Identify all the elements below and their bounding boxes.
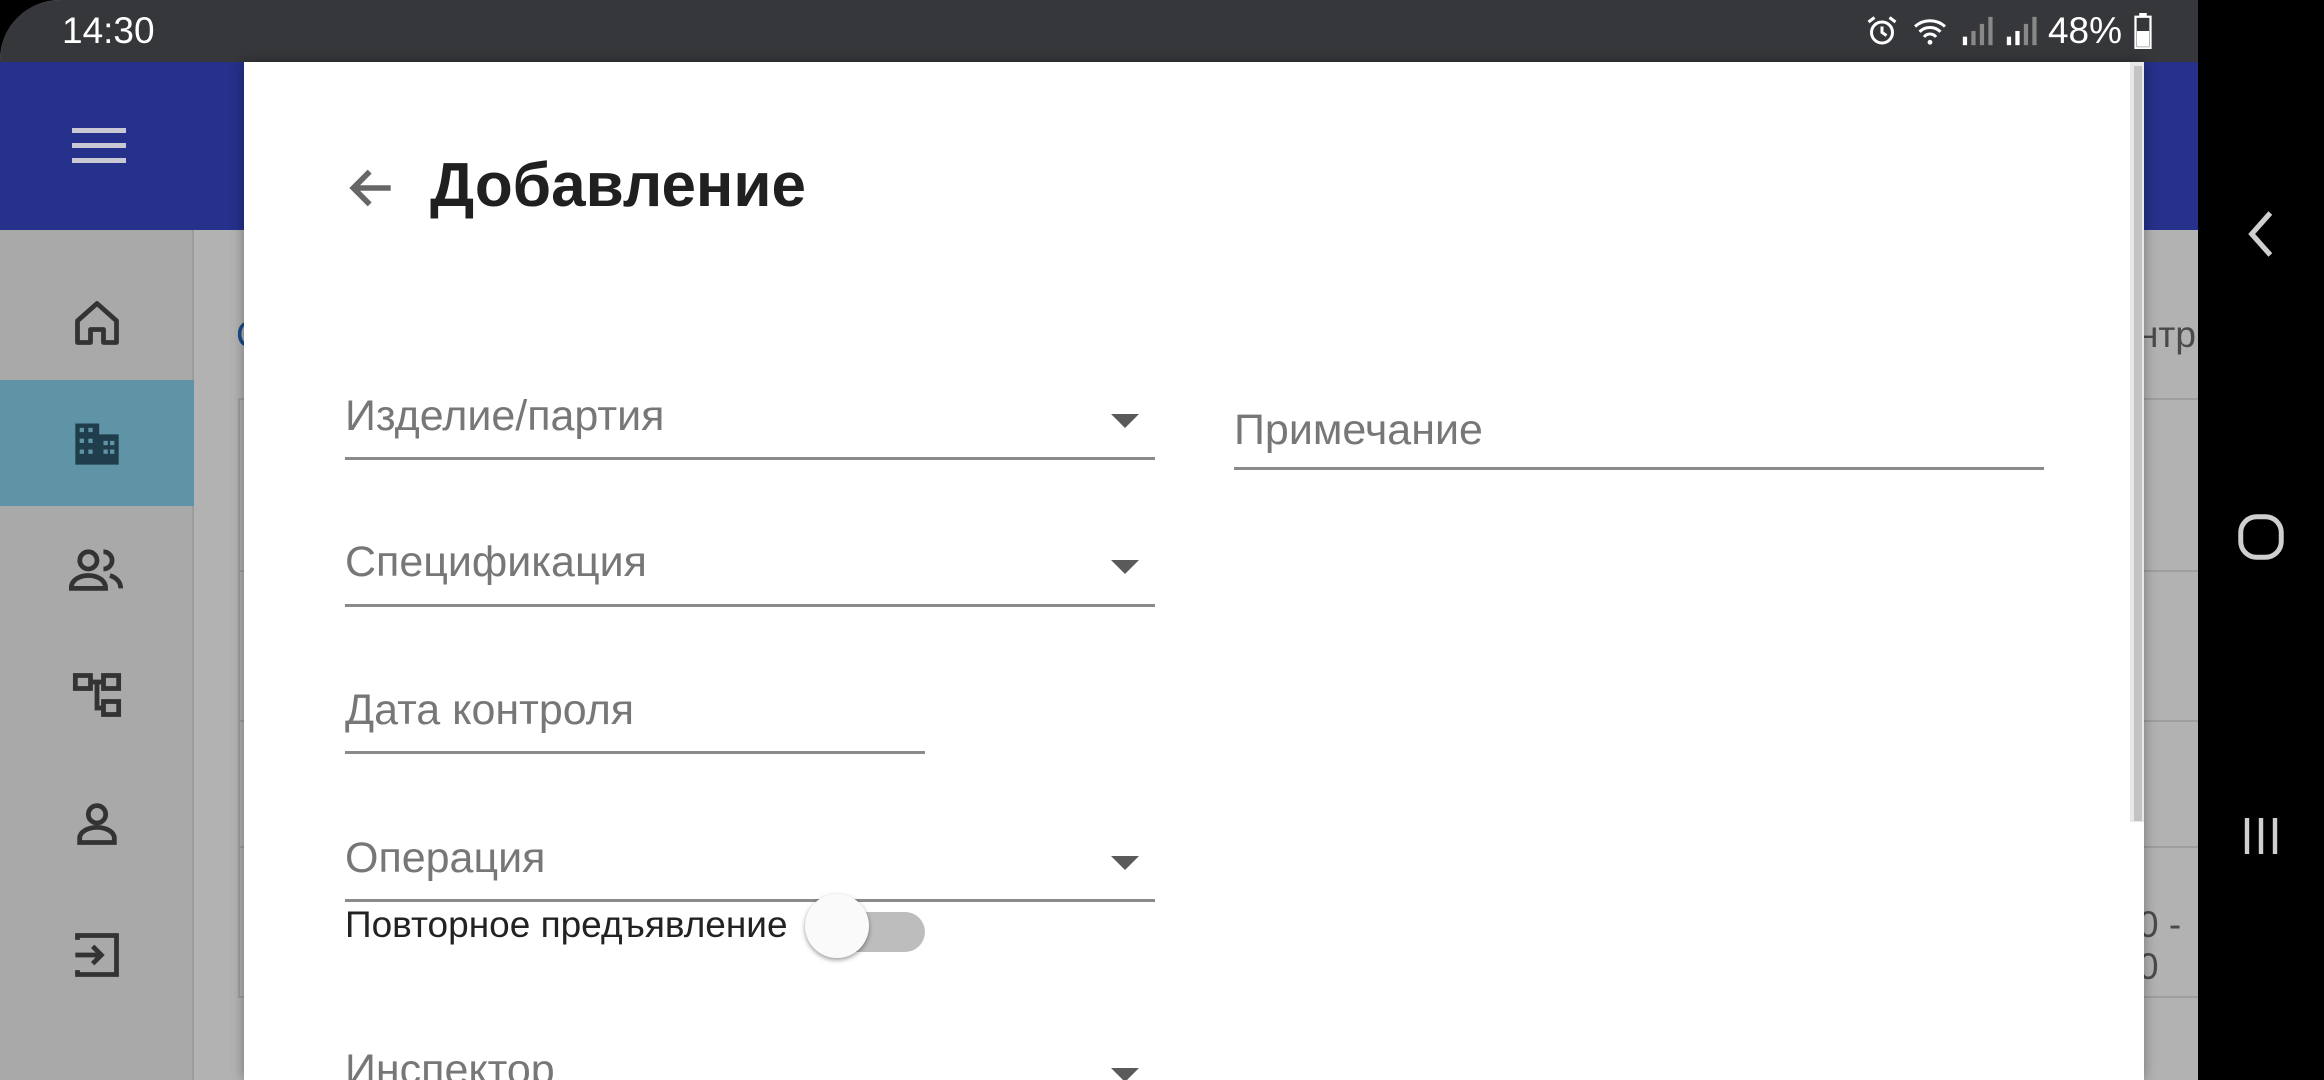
- product-select[interactable]: Изделие/партия: [345, 332, 1155, 460]
- system-recents-button[interactable]: [2198, 810, 2324, 867]
- scrollbar[interactable]: [2130, 62, 2144, 822]
- product-label: Изделие/партия: [345, 392, 665, 440]
- logout-icon: [71, 929, 123, 981]
- people-icon: [69, 543, 125, 595]
- nav-item-structure[interactable]: [0, 632, 194, 758]
- chevron-down-icon: [1111, 856, 1139, 870]
- hierarchy-icon: [71, 669, 123, 721]
- arrow-left-icon: [344, 169, 400, 220]
- background-text: нтр: [2138, 314, 2196, 355]
- toggle-thumb[interactable]: [805, 894, 869, 958]
- device-screen: 14:30 48% нтр 0 - 0 Добавление Изделие/п…: [0, 0, 2198, 1080]
- chevron-down-icon: [1111, 560, 1139, 574]
- scrollbar-thumb[interactable]: [2134, 66, 2142, 821]
- person-icon: [71, 797, 123, 849]
- back-button[interactable]: [344, 160, 400, 216]
- side-navigation: [0, 230, 194, 1080]
- operation-select[interactable]: Операция: [345, 774, 1155, 902]
- control-date-field[interactable]: Дата контроля: [345, 628, 925, 754]
- repeat-presentation-row: Повторное предъявление: [345, 894, 925, 958]
- signal-icon: [1960, 14, 1994, 48]
- chevron-down-icon: [1111, 414, 1139, 428]
- status-icons: 48%: [1864, 10, 2154, 52]
- status-time: 14:30: [62, 10, 155, 51]
- specification-select[interactable]: Спецификация: [345, 482, 1155, 607]
- nav-item-people[interactable]: [0, 506, 194, 632]
- home-icon: [71, 297, 123, 349]
- wifi-icon: [1910, 13, 1950, 49]
- specification-label: Спецификация: [345, 538, 647, 586]
- add-dialog: Добавление Изделие/партия Спецификация Д…: [244, 62, 2144, 1080]
- alarm-icon: [1864, 13, 1900, 49]
- back-icon: [2241, 206, 2281, 267]
- system-back-button[interactable]: [2198, 206, 2324, 267]
- recents-icon: [2237, 810, 2285, 867]
- battery-icon: [2132, 13, 2154, 49]
- system-home-button[interactable]: [2198, 510, 2324, 569]
- nav-item-profile[interactable]: [0, 760, 194, 886]
- control-date-label: Дата контроля: [345, 686, 635, 734]
- status-bar: 14:30 48%: [0, 0, 2198, 62]
- operation-label: Операция: [345, 834, 546, 882]
- signal-icon: [2004, 14, 2038, 48]
- note-label: Примечание: [1234, 406, 1483, 454]
- background-text: 0 - 0: [2138, 904, 2182, 987]
- dialog-title: Добавление: [430, 151, 806, 220]
- system-navigation-bar: [2198, 0, 2324, 1080]
- nav-item-logout[interactable]: [0, 892, 194, 1018]
- repeat-presentation-label: Повторное предъявление: [345, 904, 788, 945]
- inspector-label: Инспектор: [345, 1046, 555, 1080]
- nav-item-home[interactable]: [0, 260, 194, 386]
- hamburger-icon[interactable]: [72, 128, 126, 164]
- inspector-select[interactable]: Инспектор: [345, 984, 1155, 1080]
- home-circle-icon: [2234, 510, 2288, 569]
- battery-percent: 48%: [2047, 10, 2122, 51]
- buildings-icon: [71, 417, 123, 469]
- nav-item-buildings[interactable]: [0, 380, 194, 506]
- note-field[interactable]: Примечание: [1234, 342, 2044, 470]
- chevron-down-icon: [1111, 1068, 1139, 1080]
